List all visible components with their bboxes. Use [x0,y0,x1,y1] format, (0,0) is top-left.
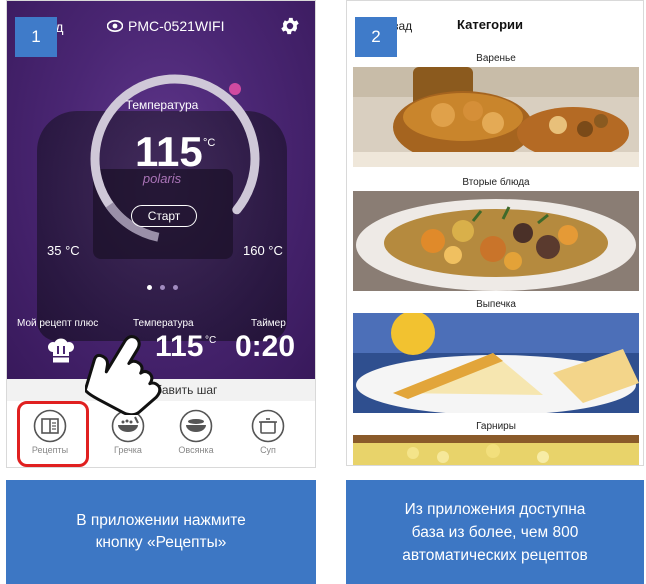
category-image-baking[interactable] [353,313,639,413]
step-2-panel: зад Категории 2 Варенье Вторые блюда Вып… [346,0,644,584]
soup-pot-icon [251,409,285,443]
step-1-caption: В приложении нажмите кнопку «Рецепты» [6,480,316,584]
category-label-side-dishes[interactable]: Гарниры [347,421,643,432]
step-number-badge: 2 [355,17,397,57]
max-temperature-label: 160 °C [243,243,283,258]
recipes-highlight-frame [17,401,89,467]
nav-label-oatmeal: Овсянка [178,445,214,455]
nav-label-buckwheat: Гречка [114,445,142,455]
step-number-badge: 1 [15,17,57,57]
oatmeal-bowl-icon [179,409,213,443]
page-dot-active [146,285,152,290]
brand-logo-text: polaris [142,171,182,186]
page-dot [172,285,178,290]
category-label-jam[interactable]: Варенье [347,53,643,64]
page-dot [159,285,165,290]
nav-item-soup[interactable]: Суп [235,403,301,465]
dial-label: Температура [125,98,199,112]
nav-label-soup: Суп [260,445,276,455]
timer-label: Таймер [251,318,286,329]
timer-value[interactable]: 0:20 [235,330,295,364]
page-indicator [7,285,315,290]
category-image-main-courses[interactable] [353,191,639,291]
step-1-panel: зад PMC-0521WIFI 1 Температура 115 °C po… [6,0,316,584]
device-indicator: PMC-0521WIFI [107,18,224,34]
page-title: Категории [457,17,524,32]
category-label-baking[interactable]: Выпечка [347,299,643,310]
category-image-jam[interactable] [353,67,639,167]
dial-handle[interactable] [229,83,241,95]
device-name: PMC-0521WIFI [128,18,225,34]
dial-temperature-value: 115 [135,128,203,175]
dial-temperature-unit: °C [203,137,216,149]
pointing-hand-icon [85,335,162,415]
stat-temperature-unit: °C [205,335,217,346]
step-2-caption: Из приложения доступна база из более, че… [346,480,644,584]
start-button[interactable]: Старт [131,205,197,227]
min-temperature-label: 35 °C [47,243,80,258]
cooker-control-screen: зад PMC-0521WIFI 1 Температура 115 °C po… [6,0,316,468]
gear-icon[interactable] [279,15,301,37]
category-image-side-dishes[interactable] [353,435,639,466]
category-label-main-courses[interactable]: Вторые блюда [347,177,643,188]
categories-screen: зад Категории 2 Варенье Вторые блюда Вып… [346,0,644,466]
chef-hat-icon[interactable] [47,338,75,364]
eye-icon [107,20,123,32]
